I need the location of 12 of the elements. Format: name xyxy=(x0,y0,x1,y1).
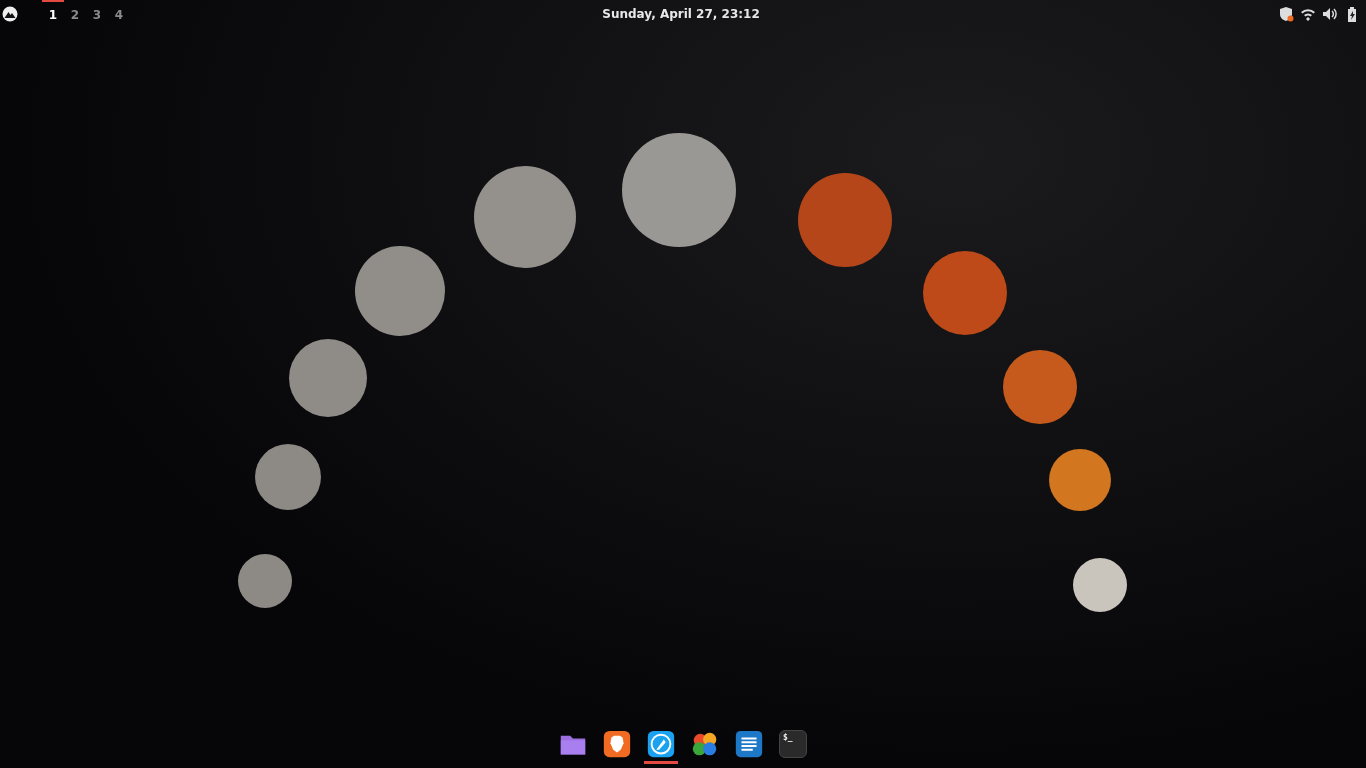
dock-app-button[interactable]: $_ xyxy=(778,730,808,764)
wifi-icon[interactable] xyxy=(1300,6,1316,22)
terminal-icon: $_ xyxy=(779,730,807,758)
mountain-logo-icon[interactable] xyxy=(2,6,18,22)
clock[interactable]: Sunday, April 27, 23:12 xyxy=(602,7,760,21)
workspace-tab[interactable]: 4 xyxy=(108,0,130,28)
shield-icon[interactable] xyxy=(1278,6,1294,22)
workspace-tab[interactable]: 1 xyxy=(42,0,64,28)
workspace-tab[interactable]: 3 xyxy=(86,0,108,28)
volume-icon[interactable] xyxy=(1322,6,1338,22)
workspace-tab[interactable]: 2 xyxy=(64,0,86,28)
dock-app-button[interactable] xyxy=(646,730,676,764)
